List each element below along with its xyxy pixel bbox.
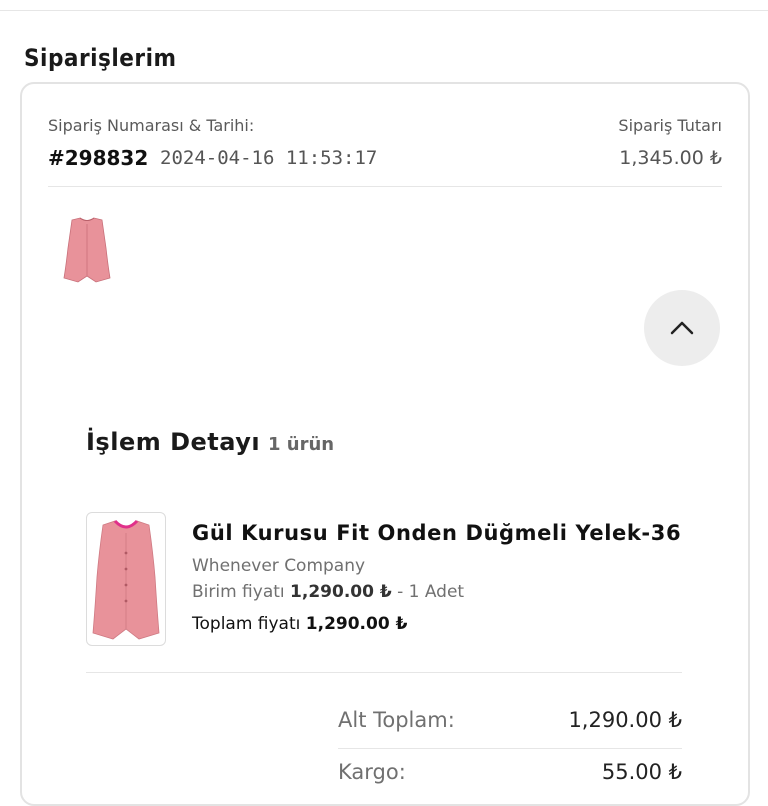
page-title: Siparişlerim bbox=[24, 44, 177, 72]
product-brand: Whenever Company bbox=[192, 556, 366, 576]
order-card: Sipariş Numarası & Tarihi: Sipariş Tutar… bbox=[20, 82, 750, 806]
order-amount: 1,345.00 ₺ bbox=[619, 147, 722, 169]
order-date: 2024-04-16 11:53:17 bbox=[160, 147, 378, 169]
order-number-label: Sipariş Numarası & Tarihi: bbox=[48, 116, 255, 135]
subtotal-label: Alt Toplam: bbox=[338, 708, 455, 732]
details-count: 1 ürün bbox=[268, 434, 335, 455]
shipping-label: Kargo: bbox=[338, 760, 406, 784]
order-number: #298832 bbox=[48, 146, 149, 170]
summary-divider bbox=[338, 748, 682, 749]
total-price-label: Toplam fiyatı bbox=[192, 614, 301, 634]
chevron-up-icon bbox=[670, 321, 694, 335]
unit-price-label: Birim fiyatı bbox=[192, 582, 285, 602]
quantity: - 1 Adet bbox=[397, 582, 465, 602]
order-amount-label: Sipariş Tutarı bbox=[618, 116, 722, 135]
details-title: İşlem Detayı bbox=[86, 428, 261, 456]
header-divider bbox=[48, 186, 722, 187]
product-thumbnail[interactable] bbox=[58, 214, 116, 286]
subtotal-value: 1,290.00 ₺ bbox=[568, 708, 682, 732]
total-price-line: Toplam fiyatı 1,290.00 ₺ bbox=[192, 614, 407, 634]
vest-image bbox=[92, 519, 160, 640]
shipping-value: 55.00 ₺ bbox=[601, 760, 682, 784]
product-image[interactable] bbox=[86, 512, 166, 646]
unit-price: 1,290.00 ₺ bbox=[290, 582, 392, 602]
unit-price-line: Birim fiyatı 1,290.00 ₺ - 1 Adet bbox=[192, 582, 464, 602]
top-bar bbox=[0, 0, 768, 11]
product-name[interactable]: Gül Kurusu Fit Onden Düğmeli Yelek-36 bbox=[192, 521, 681, 545]
item-divider bbox=[86, 672, 682, 673]
total-price: 1,290.00 ₺ bbox=[305, 614, 408, 634]
collapse-button[interactable] bbox=[644, 290, 720, 366]
